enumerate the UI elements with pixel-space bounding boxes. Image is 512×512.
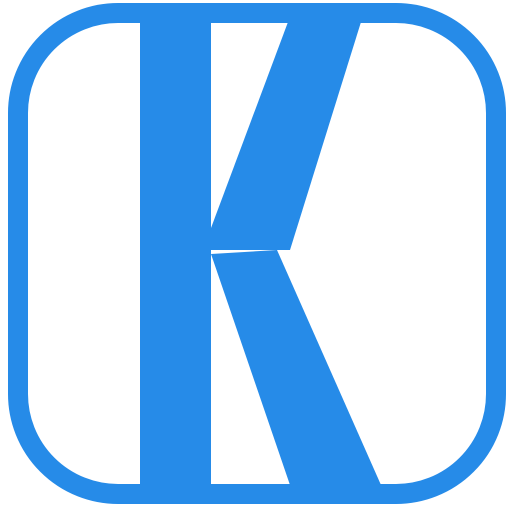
k-glyph-stem xyxy=(140,22,211,485)
k-logo-icon xyxy=(8,3,506,504)
